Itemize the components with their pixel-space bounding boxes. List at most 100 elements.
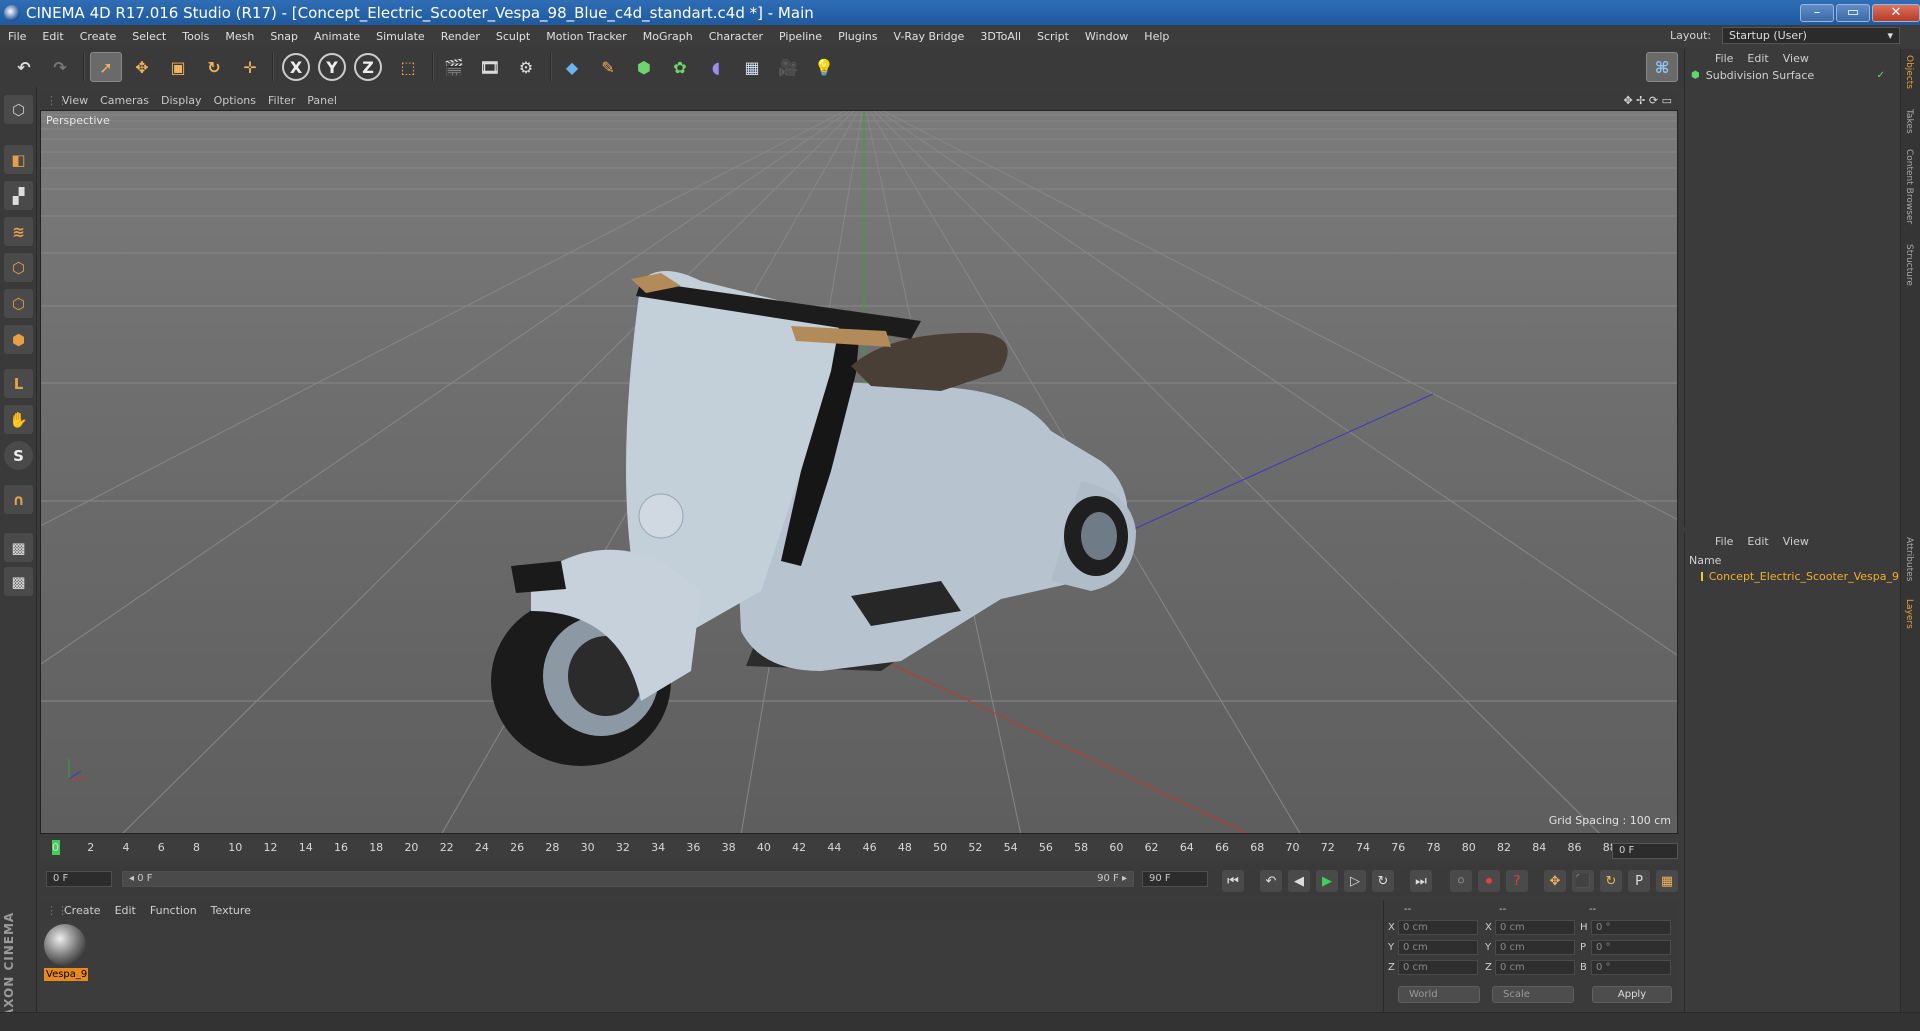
3d-viewport[interactable]: Perspective Grid Spacing : 100 cm [40,110,1678,834]
play-button[interactable]: ▶ [1316,870,1338,892]
floor-icon[interactable]: ▦ [736,52,768,82]
go-to-start-button[interactable]: ⏮ [1222,870,1244,892]
layout-select[interactable]: Startup (User) ▾ [1722,27,1900,44]
key-rotation-icon[interactable]: ↻ [1600,870,1622,892]
menu-mesh[interactable]: Mesh [217,30,262,43]
key-parameter-icon[interactable]: P [1628,870,1650,892]
menu-animate[interactable]: Animate [306,30,368,43]
render-view-icon[interactable]: 🎬 [438,52,470,82]
menu-edit[interactable]: Edit [34,30,71,43]
tab-content-browser[interactable]: Content Browser [1904,149,1914,224]
light-icon[interactable]: 💡 [808,52,840,82]
menu-render[interactable]: Render [433,30,488,43]
material-thumbnail[interactable] [44,924,86,966]
viewport-menu-options[interactable]: Options [214,94,268,107]
snap-icon[interactable]: S [4,441,33,470]
menu-script[interactable]: Script [1029,30,1077,43]
object-menu-file[interactable]: File [1715,52,1747,65]
rotation-p-field[interactable]: 0 ° [1591,940,1671,955]
model-mode-icon[interactable]: ◧ [4,145,33,174]
x-axis-icon[interactable]: X [282,53,310,81]
tab-objects[interactable]: Objects [1904,55,1914,89]
menu-character[interactable]: Character [701,30,771,43]
viewport-nav-icons[interactable]: ✥ ✢ ⟳ ▭ [1623,94,1678,107]
close-button[interactable]: ✕ [1872,3,1920,22]
rotation-b-field[interactable]: 0 ° [1591,960,1671,975]
render-picture-viewer-icon[interactable]: 🎞 [474,52,506,82]
menu-help[interactable]: Help [1136,30,1177,43]
position-z-field[interactable]: 0 cm [1398,960,1478,975]
object-row[interactable]: ⬢ Subdivision Surface ✓ [1691,67,1891,83]
menu-snap[interactable]: Snap [262,30,306,43]
undo-icon[interactable]: ↶ [8,52,40,82]
planar-workplane-icon[interactable]: ▩ [4,567,33,596]
previous-frame-button[interactable]: ◀ [1288,870,1310,892]
start-frame-field[interactable]: 0 F [46,871,112,887]
texture-mode-icon[interactable]: ▞ [4,181,33,210]
menu-motion-tracker[interactable]: Motion Tracker [538,30,634,43]
edit-render-settings-icon[interactable]: ⚙ [510,52,542,82]
viewport-menu-view[interactable]: View [62,94,100,107]
end-frame-field[interactable]: 90 F [1142,871,1208,887]
key-pla-icon[interactable]: ▦ [1656,870,1678,892]
viewport-menu-cameras[interactable]: Cameras [100,94,161,107]
next-frame-button[interactable]: ▷ [1344,870,1366,892]
key-scale-icon[interactable]: ⬛ [1572,870,1594,892]
material-menu-create[interactable]: Create [64,904,115,917]
transform-mode-select[interactable]: Scale [1492,986,1574,1003]
minimize-button[interactable]: – [1800,3,1834,22]
magnet-icon[interactable]: ∩ [4,485,33,514]
y-axis-icon[interactable]: Y [318,53,346,81]
subdivision-icon[interactable]: ⬢ [628,52,660,82]
tab-takes[interactable]: Takes [1904,109,1914,134]
visibility-check-icon[interactable]: ✓ [1877,70,1885,81]
menu-vray-bridge[interactable]: V-Ray Bridge [885,30,972,43]
axis-mode-icon[interactable]: L [4,369,33,398]
select-icon[interactable]: ➚ [90,52,122,82]
array-icon[interactable]: ✿ [664,52,696,82]
layer-menu-edit[interactable]: Edit [1747,535,1782,548]
python-icon[interactable]: ⌘ [1646,52,1678,82]
rotation-h-field[interactable]: 0 ° [1591,920,1671,935]
autokeying-icon[interactable]: ? [1506,870,1528,892]
scale-icon[interactable]: ▣ [162,52,194,82]
material-menu-edit[interactable]: Edit [115,904,150,917]
size-z-field[interactable]: 0 cm [1495,960,1575,975]
material-menu-function[interactable]: Function [150,904,211,917]
world-coordinates-icon[interactable]: ⬚ [392,52,424,82]
menu-3dtoall[interactable]: 3DToAll [972,30,1029,43]
menu-create[interactable]: Create [72,30,125,43]
current-frame-field[interactable]: 0 F [1612,843,1678,859]
z-axis-icon[interactable]: Z [354,53,382,81]
scooter-model[interactable] [491,271,1136,766]
menu-select[interactable]: Select [124,30,174,43]
polygons-mode-icon[interactable]: ⬢ [4,325,33,354]
apply-button[interactable]: Apply [1592,986,1672,1003]
tweak-icon[interactable]: ✋ [4,405,33,434]
rotate-icon[interactable]: ↻ [198,52,230,82]
cube-icon[interactable]: ◆ [556,52,588,82]
tab-structure[interactable]: Structure [1904,244,1914,286]
menu-simulate[interactable]: Simulate [368,30,433,43]
tab-layers[interactable]: Layers [1904,599,1914,629]
viewport-menu-filter[interactable]: Filter [268,94,307,107]
object-menu-edit[interactable]: Edit [1747,52,1782,65]
size-y-field[interactable]: 0 cm [1495,940,1575,955]
record-active-objects-icon[interactable]: ⏺ [1478,870,1500,892]
points-mode-icon[interactable]: ⬡ [4,253,33,282]
menu-mograph[interactable]: MoGraph [635,30,701,43]
go-to-end-button[interactable]: ⏭ [1410,870,1432,892]
size-x-field[interactable]: 0 cm [1495,920,1575,935]
record-motion-icon[interactable]: ⚪ [1450,870,1472,892]
coordinate-system-select[interactable]: World [1398,986,1480,1003]
redo-icon[interactable]: ↷ [44,52,76,82]
menu-pipeline[interactable]: Pipeline [771,30,830,43]
layer-menu-file[interactable]: File [1715,535,1747,548]
menu-file[interactable]: File [0,30,34,43]
make-editable-icon[interactable]: ⬡ [4,95,33,124]
viewport-menu-display[interactable]: Display [161,94,214,107]
pen-icon[interactable]: ✎ [592,52,624,82]
live-selection-icon[interactable]: ✛ [234,52,266,82]
position-y-field[interactable]: 0 cm [1398,940,1478,955]
tab-attributes[interactable]: Attributes [1904,537,1914,581]
